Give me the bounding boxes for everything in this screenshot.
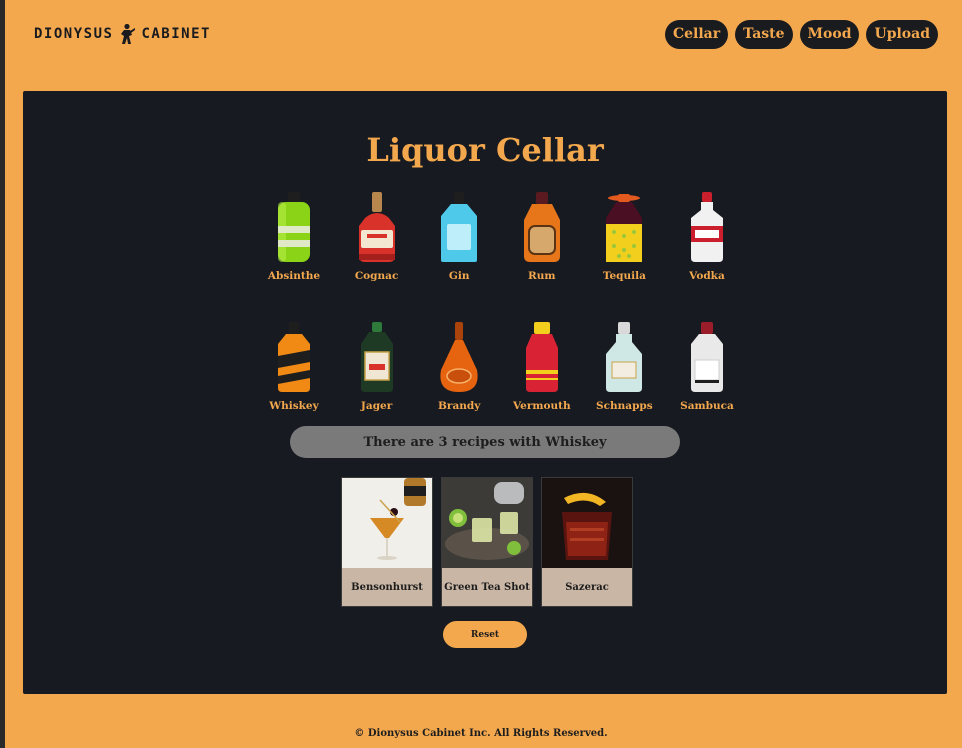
dionysus-figure-icon [121,23,136,44]
liquor-label: Brandy [438,400,481,412]
liquor-label: Absinthe [267,270,321,282]
nav-taste-button[interactable]: Taste [735,20,793,49]
liquor-label: Rum [528,270,556,282]
liquor-label: Jager [360,400,393,412]
liquor-tequila[interactable]: Tequila [588,192,660,282]
nav-upload-button[interactable]: Upload [866,20,938,49]
cocktail-photo-green-tea-shot [442,478,532,568]
liquor-schnapps[interactable]: Schnapps [588,322,660,412]
vermouth-bottle-icon [525,322,558,392]
cocktail-photo-sazerac [542,478,632,568]
brand-name-part2: CABINET [141,26,211,42]
absinthe-bottle-icon [278,192,310,262]
recipe-count-status: There are 3 recipes with Whiskey [290,426,680,458]
liquor-label: Sambuca [680,400,734,412]
liquor-label: Cognac [354,270,399,282]
liquor-vermouth[interactable]: Vermouth [506,322,578,412]
nav-mood-button[interactable]: Mood [799,20,860,49]
recipe-name: Sazerac [565,581,609,593]
recipe-list: Bensonhurst Green Tea Shot Sazerac [341,477,633,607]
page-title: Liquor Cellar [366,131,604,169]
liquor-label: Schnapps [596,400,653,412]
schnapps-bottle-icon [606,322,643,392]
reset-button[interactable]: Reset [443,621,527,648]
window-left-edge [0,0,5,748]
liquor-label: Tequila [602,270,646,282]
liquor-gin[interactable]: Gin [423,192,495,282]
nav-cellar-button[interactable]: Cellar [664,20,729,49]
cognac-bottle-icon [358,192,395,262]
recipe-card-sazerac[interactable]: Sazerac [541,477,633,607]
vodka-bottle-icon [690,192,723,262]
footer-copyright: © Dionysus Cabinet Inc. All Rights Reser… [354,728,608,739]
liquor-label: Vermouth [512,400,571,412]
rum-bottle-icon [523,192,560,262]
liquor-sambuca[interactable]: Sambuca [671,322,743,412]
recipe-name: Green Tea Shot [444,581,530,593]
liquor-jager[interactable]: Jager [341,322,413,412]
tequila-bottle-icon [606,194,643,262]
brand-logo[interactable]: DIONYSUS CABINET [34,22,211,46]
cellar-panel: Liquor Cellar Absinthe Cognac Gin Rum Te… [23,91,947,694]
liquor-absinthe[interactable]: Absinthe [258,192,330,282]
header: DIONYSUS CABINET Cellar Taste Mood Uploa… [0,0,962,70]
liquor-cognac[interactable]: Cognac [341,192,413,282]
liquor-label: Whiskey [269,400,319,412]
recipe-card-bensonhurst[interactable]: Bensonhurst [341,477,433,607]
gin-bottle-icon [441,192,478,262]
liquor-brandy[interactable]: Brandy [423,322,495,412]
recipe-name: Bensonhurst [351,581,423,593]
liquor-rum[interactable]: Rum [506,192,578,282]
jager-bottle-icon [360,322,393,392]
top-nav: Cellar Taste Mood Upload [664,20,938,49]
sambuca-bottle-icon [690,322,723,392]
liquor-whiskey[interactable]: Whiskey [258,322,330,412]
cocktail-photo-bensonhurst [342,478,432,568]
liquor-label: Gin [448,270,470,282]
brand-name-part1: DIONYSUS [34,26,114,42]
brandy-bottle-icon [440,322,478,392]
liquor-grid: Absinthe Cognac Gin Rum Tequila Vodka Wh… [258,192,734,412]
whiskey-bottle-icon [278,322,310,392]
liquor-label: Vodka [689,270,725,282]
recipe-card-green-tea-shot[interactable]: Green Tea Shot [441,477,533,607]
liquor-vodka[interactable]: Vodka [671,192,743,282]
